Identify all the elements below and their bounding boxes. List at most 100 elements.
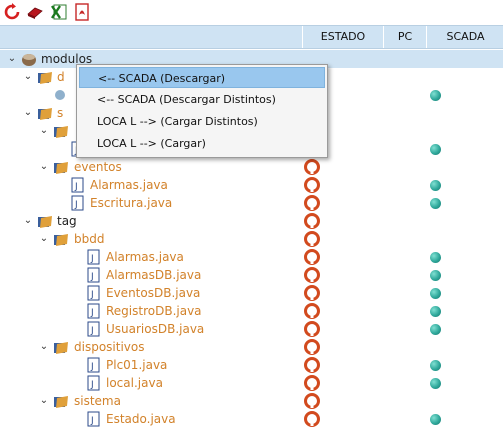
svg-text:J: J: [90, 254, 94, 264]
tree-row-alarmasdb-java[interactable]: J AlarmasDB.java: [0, 266, 503, 284]
tree-label: sistema: [74, 394, 121, 408]
menu-item-local-cargar[interactable]: LOCA L --> (Cargar): [79, 133, 325, 154]
scada-status-dot: [430, 198, 441, 209]
estado-icon: [304, 375, 320, 391]
chevron-down-icon[interactable]: ⌄: [38, 233, 50, 245]
chevron-down-icon[interactable]: ⌄: [22, 71, 34, 83]
tree-label: Escritura.java: [90, 196, 173, 210]
excel-icon[interactable]: [50, 3, 68, 21]
scada-status-dot: [430, 144, 441, 155]
java-file-icon: J: [86, 249, 102, 265]
tree-label: eventos: [74, 160, 122, 174]
package-icon: [21, 51, 37, 67]
column-estado[interactable]: ESTADO: [302, 26, 383, 48]
tree-label: AlarmasDB.java: [106, 268, 202, 282]
tree-row-estado-java[interactable]: J Estado.java: [0, 410, 503, 428]
estado-icon: [304, 357, 320, 373]
estado-icon: [304, 393, 320, 409]
chevron-down-icon[interactable]: ⌄: [38, 161, 50, 173]
svg-text:J: J: [90, 272, 94, 282]
estado-icon: [304, 321, 320, 337]
tree-label: RegistroDB.java: [106, 304, 202, 318]
column-scada[interactable]: SCADA: [426, 26, 503, 48]
chevron-down-icon[interactable]: ⌄: [22, 215, 34, 227]
svg-text:J: J: [90, 362, 94, 372]
chevron-down-icon[interactable]: ⌄: [6, 53, 18, 65]
tree-label: Estado.java: [106, 412, 176, 426]
menu-item-scada-descargar[interactable]: <-- SCADA (Descargar): [79, 67, 325, 88]
scada-status-dot: [430, 360, 441, 371]
tree-label: Alarmas.java: [106, 250, 184, 264]
folder-icon: [53, 159, 69, 175]
pdf-icon[interactable]: [73, 3, 91, 21]
tree-row-eventos[interactable]: ⌄ eventos: [0, 158, 503, 176]
menu-item-scada-descargar-distintos[interactable]: <-- SCADA (Descargar Distintos): [79, 89, 325, 110]
java-file-icon: J: [86, 321, 102, 337]
tree-label: UsuariosDB.java: [106, 322, 205, 336]
tree-row-escritura-java[interactable]: J Escritura.java: [0, 194, 503, 212]
menu-item-local-cargar-distintos[interactable]: LOCA L --> (Cargar Distintos): [79, 111, 325, 132]
svg-text:J: J: [90, 290, 94, 300]
scada-status-dot: [430, 306, 441, 317]
tree-label: tag: [57, 214, 77, 228]
folder-icon: [37, 69, 53, 85]
java-file-icon: J: [70, 195, 86, 211]
tree-row-plc01-java[interactable]: J Plc01.java: [0, 356, 503, 374]
tree-row-alarmas-java[interactable]: J Alarmas.java: [0, 248, 503, 266]
tree-label: local.java: [106, 376, 163, 390]
tree-label: EventosDB.java: [106, 286, 201, 300]
chevron-down-icon[interactable]: ⌄: [22, 107, 34, 119]
svg-text:J: J: [90, 416, 94, 426]
estado-icon: [304, 267, 320, 283]
tree-label: dispositivos: [74, 340, 145, 354]
tree-row-sistema[interactable]: ⌄ sistema: [0, 392, 503, 410]
folder-icon: [53, 231, 69, 247]
estado-icon: [304, 303, 320, 319]
scada-status-dot: [430, 270, 441, 281]
tree-row-dispositivos[interactable]: ⌄ dispositivos: [0, 338, 503, 356]
folder-icon: [53, 393, 69, 409]
java-file-icon: J: [86, 285, 102, 301]
estado-icon: [304, 285, 320, 301]
java-file-icon: J: [86, 411, 102, 427]
scada-status-dot: [430, 288, 441, 299]
chevron-down-icon[interactable]: ⌄: [38, 341, 50, 353]
tree-label: Plc01.java: [106, 358, 168, 372]
refresh-icon[interactable]: [3, 3, 21, 21]
tree-row-eventosdb-java[interactable]: J EventosDB.java: [0, 284, 503, 302]
java-file-icon: J: [86, 267, 102, 283]
estado-icon: [304, 159, 320, 175]
svg-text:J: J: [90, 308, 94, 318]
folder-icon: [53, 339, 69, 355]
tree-row-local-java[interactable]: J local.java: [0, 374, 503, 392]
scada-status-dot: [430, 252, 441, 263]
context-menu: <-- SCADA (Descargar) <-- SCADA (Descarg…: [76, 64, 328, 158]
tree-row-alarmas-java[interactable]: J Alarmas.java: [0, 176, 503, 194]
tree-label: d: [57, 70, 65, 84]
estado-icon: [304, 411, 320, 427]
folder-icon: [37, 213, 53, 229]
tree-row-registrodb-java[interactable]: J RegistroDB.java: [0, 302, 503, 320]
estado-icon: [304, 213, 320, 229]
folder-icon: [37, 105, 53, 121]
chevron-down-icon[interactable]: ⌄: [38, 395, 50, 407]
scada-status-dot: [430, 180, 441, 191]
tree-label: Alarmas.java: [90, 178, 168, 192]
chevron-down-icon[interactable]: ⌄: [38, 125, 50, 137]
estado-icon: [304, 177, 320, 193]
column-header: ESTADO PC SCADA: [0, 25, 503, 49]
estado-icon: [304, 195, 320, 211]
tree-row-bbdd[interactable]: ⌄ bbdd: [0, 230, 503, 248]
folder-icon: [53, 123, 69, 139]
tree-row-tag[interactable]: ⌄ tag: [0, 212, 503, 230]
estado-icon: [304, 249, 320, 265]
tree-label: s: [57, 106, 64, 120]
java-file-icon: J: [86, 303, 102, 319]
java-file-icon: J: [86, 357, 102, 373]
scada-status-dot: [430, 378, 441, 389]
eraser-icon[interactable]: [26, 3, 44, 21]
tree-row-usuariosdb-java[interactable]: J UsuariosDB.java: [0, 320, 503, 338]
column-pc[interactable]: PC: [383, 26, 426, 48]
scada-status-dot: [430, 90, 441, 101]
svg-text:J: J: [90, 380, 94, 390]
